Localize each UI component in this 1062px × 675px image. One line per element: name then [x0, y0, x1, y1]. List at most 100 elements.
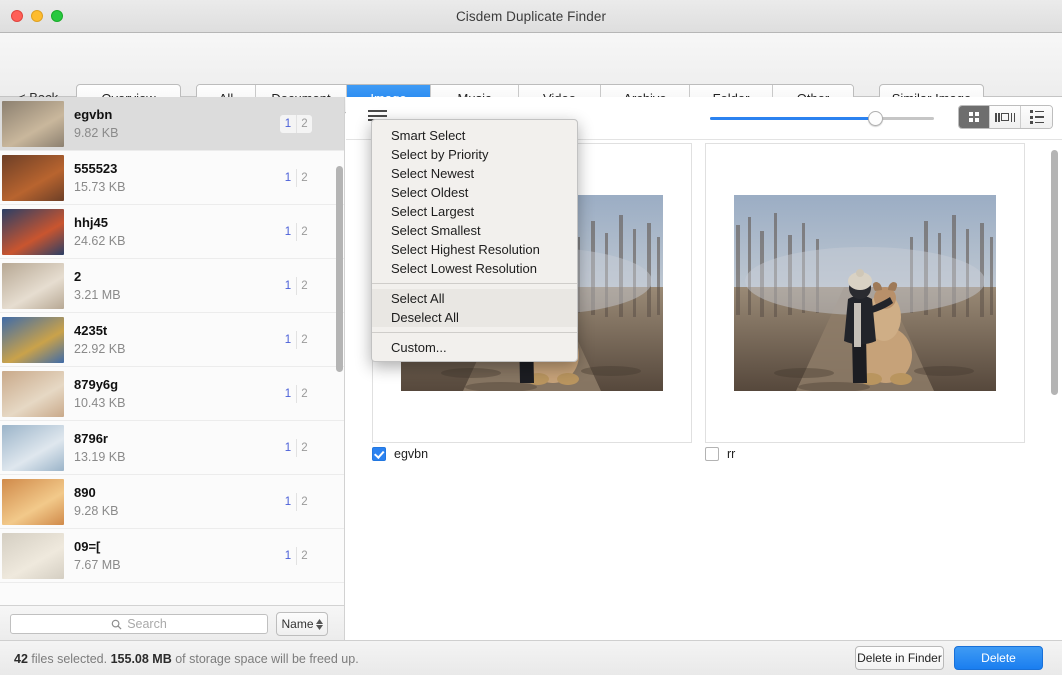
- count-selected: 1: [284, 495, 292, 508]
- count-selected: 1: [284, 441, 292, 454]
- list-view-button[interactable]: [1021, 106, 1052, 128]
- delete-button[interactable]: Delete: [954, 646, 1043, 670]
- card-file-name: rr: [727, 447, 736, 461]
- duplicate-count-badge: 12: [280, 384, 312, 403]
- window-title: Cisdem Duplicate Finder: [455, 8, 607, 24]
- menu-item-select-newest[interactable]: Select Newest: [372, 164, 577, 183]
- count-total: 2: [296, 384, 312, 403]
- list-item-text: 2 3.21 MB: [74, 268, 280, 304]
- file-name: 890: [74, 484, 96, 500]
- duplicate-count-badge: 12: [280, 276, 312, 295]
- select-checkbox[interactable]: [372, 447, 386, 461]
- list-view-icon: [1029, 110, 1044, 124]
- filmstrip-view-icon: [995, 112, 1015, 122]
- menu-item-select-oldest[interactable]: Select Oldest: [372, 183, 577, 202]
- list-item[interactable]: 890 9.28 KB 1 2: [0, 475, 344, 529]
- list-item[interactable]: 2 3.21 MB 1 2: [0, 259, 344, 313]
- menu-item-select-lowest-resolution[interactable]: Select Lowest Resolution: [372, 259, 577, 278]
- search-icon: [111, 619, 122, 630]
- menu-item-select-smallest[interactable]: Select Smallest: [372, 221, 577, 240]
- thumbnail: [2, 100, 64, 147]
- menu-item-smart-select[interactable]: Smart Select: [372, 126, 577, 145]
- image-preview[interactable]: [734, 195, 996, 391]
- thumbnail: [2, 370, 64, 417]
- select-checkbox[interactable]: [705, 447, 719, 461]
- sidebar-scrollbar[interactable]: [336, 166, 343, 372]
- grid-view-icon: [969, 112, 979, 122]
- file-size: 13.19 KB: [74, 449, 126, 464]
- file-size: 15.73 KB: [74, 179, 126, 194]
- menu-group: Select All Deselect All: [372, 289, 577, 327]
- list-item[interactable]: 8796r 13.19 KB 1 2: [0, 421, 344, 475]
- thumbnail: [2, 262, 64, 309]
- card-label-row: egvbn: [372, 447, 692, 461]
- count-total: 2: [296, 168, 312, 187]
- list-item[interactable]: 879y6g 10.43 KB 1 2: [0, 367, 344, 421]
- file-size: 9.82 KB: [74, 125, 119, 140]
- count-total: 2: [296, 222, 312, 241]
- file-name: 2: [74, 268, 82, 284]
- menu-item-select-highest-resolution[interactable]: Select Highest Resolution: [372, 240, 577, 259]
- duplicate-count-badge: 12: [280, 168, 312, 187]
- count-total: 2: [296, 330, 312, 349]
- list-item[interactable]: hhj45 24.62 KB 1 2: [0, 205, 344, 259]
- thumbnail: [2, 532, 64, 579]
- content-scrollbar[interactable]: [1051, 150, 1058, 395]
- duplicate-card[interactable]: [705, 143, 1025, 443]
- menu-item-select-by-priority[interactable]: Select by Priority: [372, 145, 577, 164]
- count-selected: 1: [284, 279, 292, 292]
- thumbnail-zoom-slider[interactable]: [710, 111, 934, 127]
- list-item-text: 879y6g 10.43 KB: [74, 376, 280, 412]
- list-item-text: hhj45 24.62 KB: [74, 214, 280, 250]
- file-size: 3.21 MB: [74, 287, 121, 302]
- view-mode-group: [958, 105, 1053, 129]
- card-labels: egvbn rr: [372, 447, 1038, 461]
- grid-view-button[interactable]: [959, 106, 990, 128]
- menu-item-deselect-all[interactable]: Deselect All: [372, 308, 577, 327]
- list-item[interactable]: 555523 15.73 KB 1 2: [0, 151, 344, 205]
- status-text: 42 files selected. 155.08 MB of storage …: [14, 652, 359, 666]
- list-item[interactable]: 4235t 22.92 KB 1 2: [0, 313, 344, 367]
- sidebar-footer: Search Name: [0, 605, 345, 640]
- card-file-name: egvbn: [394, 447, 429, 461]
- count-selected: 1: [284, 225, 292, 238]
- status-tail: of storage space will be freed up.: [171, 652, 359, 666]
- count-total: 2: [296, 114, 312, 133]
- duplicate-group-list[interactable]: egvbn 9.82 KB 1 2 555523 15.73 KB 1 2 hhj45 24.62…: [0, 97, 345, 605]
- filmstrip-view-button[interactable]: [990, 106, 1021, 128]
- file-name: 4235t: [74, 322, 108, 338]
- count-selected: 1: [284, 171, 292, 184]
- select-actions-menu[interactable]: Smart Select Select by Priority Select New…: [371, 119, 578, 362]
- list-item-text: 890 9.28 KB: [74, 484, 280, 520]
- thumbnail: [2, 154, 64, 201]
- menu-group: Custom...: [372, 338, 577, 357]
- thumbnail: [2, 424, 64, 471]
- file-size: 7.67 MB: [74, 557, 121, 572]
- duplicate-count-badge: 12: [280, 222, 312, 241]
- menu-item-custom[interactable]: Custom...: [372, 338, 577, 357]
- count-total: 2: [296, 492, 312, 511]
- menu-item-select-all[interactable]: Select All: [372, 289, 577, 308]
- list-item-text: 09=[7.67 MB: [74, 538, 280, 574]
- file-name: egvbn: [74, 106, 113, 122]
- card-label-row: rr: [705, 447, 1025, 461]
- menu-item-select-largest[interactable]: Select Largest: [372, 202, 577, 221]
- status-mid: files selected.: [27, 652, 111, 666]
- duplicate-count-badge: 12: [280, 546, 312, 565]
- count-total: 2: [296, 276, 312, 295]
- list-item[interactable]: 09=[7.67 MB 1 2: [0, 529, 344, 583]
- title-bar: Cisdem Duplicate Finder: [0, 0, 1062, 33]
- slider-knob[interactable]: [868, 111, 883, 126]
- list-item[interactable]: egvbn 9.82 KB 1 2: [0, 97, 344, 151]
- file-size: 9.28 KB: [74, 503, 119, 518]
- toolbar: < Back Overview AllDocumentImageMusicVid…: [0, 33, 1062, 113]
- file-size: 22.92 KB: [74, 341, 126, 356]
- file-name: 555523: [74, 160, 118, 176]
- delete-in-finder-button[interactable]: Delete in Finder: [855, 646, 944, 670]
- count-selected: 1: [284, 333, 292, 346]
- file-name: hhj45: [74, 214, 108, 230]
- search-placeholder: Search: [127, 617, 167, 631]
- sort-dropdown[interactable]: Name: [276, 612, 328, 636]
- search-input[interactable]: Search: [10, 614, 268, 634]
- file-size: 10.43 KB: [74, 395, 126, 410]
